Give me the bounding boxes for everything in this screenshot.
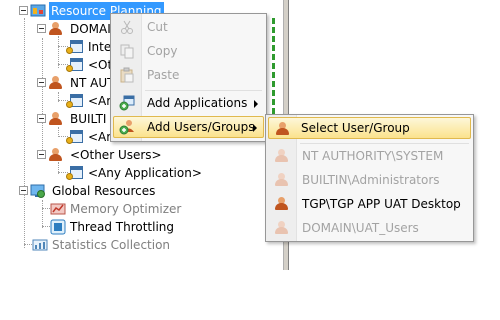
collapse-toggle[interactable] [19,6,28,15]
user-icon [274,172,290,188]
tree-node-label: Statistics Collection [52,238,171,252]
collapse-toggle[interactable] [37,114,46,123]
collapse-toggle[interactable] [19,186,28,195]
tree-line [24,18,25,248]
context-menu: Cut Copy Paste Add Applications Add User… [110,13,267,142]
menu-item-label: DOMAIN\UAT_Users [302,221,419,235]
user-icon [48,75,64,91]
memory-optimizer-icon [50,201,66,217]
submenu-item-user[interactable]: TGP\TGP APP UAT Desktop [268,193,471,215]
user-icon [48,21,64,37]
menu-item-add-applications[interactable]: Add Applications [113,92,264,114]
collapse-toggle[interactable] [37,150,46,159]
user-icon [274,196,290,212]
tree-node-label: <Ar [88,94,112,108]
menu-item-cut[interactable]: Cut [113,16,264,38]
menu-item-label: Add Users/Groups [147,120,255,134]
application-icon [66,39,83,55]
tree-node-label: DOMAI [70,22,111,36]
user-icon [274,148,290,164]
resource-planning-icon [30,3,46,19]
thread-throttling-icon [50,219,66,235]
menu-separator [300,143,469,144]
menu-item-add-users-groups[interactable]: Add Users/Groups [113,116,264,138]
tree-node-label: Memory Optimizer [70,202,182,216]
tree-node-label: NT AUT [70,76,115,90]
copy-icon [119,43,135,59]
menu-item-label: Select User/Group [301,121,410,135]
menu-item-label: Add Applications [147,96,248,110]
global-resources-icon [30,183,46,199]
collapse-toggle[interactable] [37,78,46,87]
submenu: Select User/Group NT AUTHORITY\SYSTEM BU… [265,114,474,242]
menu-item-copy[interactable]: Copy [113,40,264,62]
menu-item-paste[interactable]: Paste [113,64,264,86]
add-users-icon [119,119,135,135]
tree-node-label: <Ar [88,130,112,144]
tree-node-label: BUILTI [70,112,107,126]
tree-node-label: <Other Users> [70,148,162,162]
tree-line [42,200,43,228]
submenu-item-user[interactable]: NT AUTHORITY\SYSTEM [268,145,471,167]
scissors-icon [119,19,135,35]
tree-node-label: Thread Throttling [70,220,175,234]
tree-node-label: Global Resources [52,184,156,198]
submenu-item-user[interactable]: BUILTIN\Administrators [268,169,471,191]
tree-node-label: <Any Application> [88,166,202,180]
paste-icon [119,67,135,83]
user-icon [274,220,290,236]
user-icon [48,111,64,127]
user-icon [48,147,64,163]
menu-separator [145,90,262,91]
menu-item-label: BUILTIN\Administrators [302,173,440,187]
application-icon [66,129,83,145]
menu-item-label: Copy [147,44,178,58]
menu-item-label: Cut [147,20,168,34]
menu-item-label: NT AUTHORITY\SYSTEM [302,149,444,163]
submenu-arrow-icon [254,100,258,108]
tree-node-label: Inte [88,40,112,54]
tree-line [42,38,43,158]
application-icon [66,57,83,73]
submenu-item-select-user-group[interactable]: Select User/Group [268,117,471,139]
menu-item-label: Paste [147,68,180,82]
user-icon [275,121,291,137]
menu-item-label: TGP\TGP APP UAT Desktop [302,197,461,211]
collapse-toggle[interactable] [37,24,46,33]
statistics-collection-icon [32,237,48,253]
splitter-accent [272,18,275,118]
submenu-arrow-icon [253,124,257,132]
application-icon [66,93,83,109]
submenu-item-user[interactable]: DOMAIN\UAT_Users [268,217,471,239]
add-applications-icon [119,95,135,111]
application-icon [66,165,83,181]
